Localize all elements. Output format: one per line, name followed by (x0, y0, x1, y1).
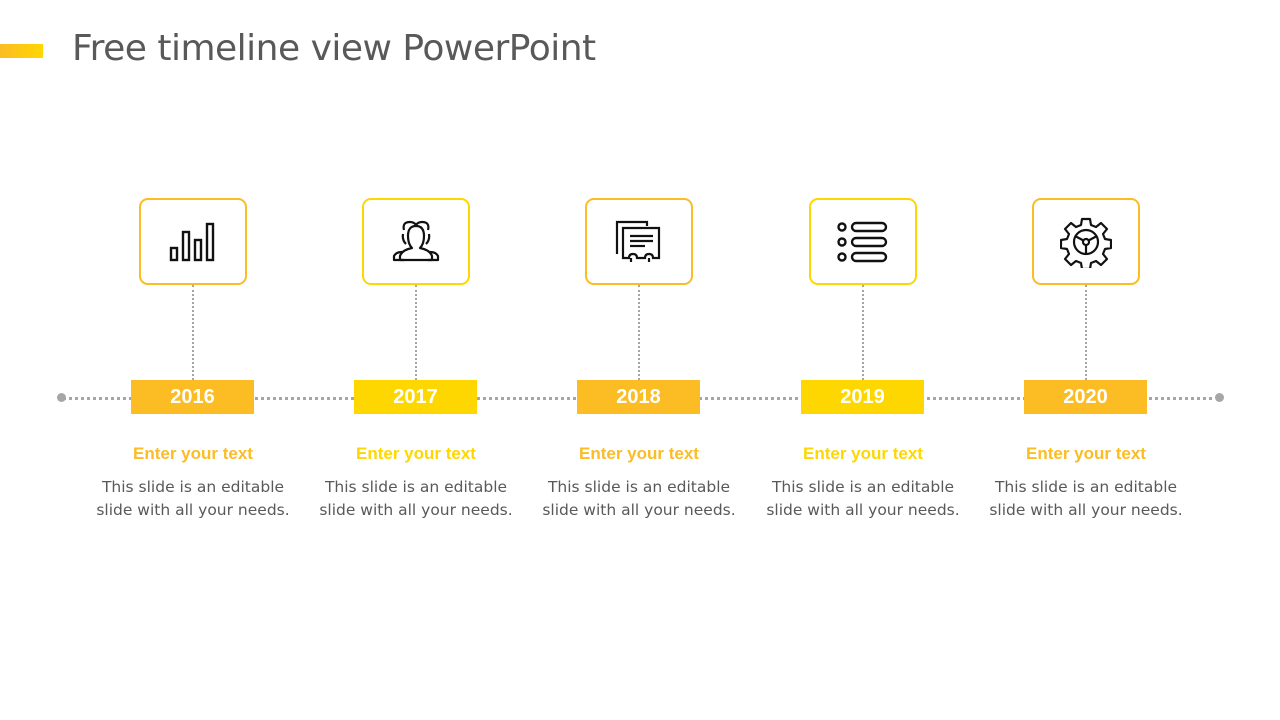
connector-line (415, 285, 417, 380)
icon-box (1032, 198, 1140, 285)
connector-line (638, 285, 640, 380)
timeline-item-2020: 2020 Enter your text This slide is an ed… (966, 0, 1206, 720)
title-accent-bar (0, 44, 43, 58)
timeline-item-2018: 2018 Enter your text This slide is an ed… (519, 0, 759, 720)
item-heading: Enter your text (803, 444, 923, 463)
item-heading: Enter your text (1026, 444, 1146, 463)
year-label: 2019 (801, 380, 924, 414)
connector-line (862, 285, 864, 380)
year-label: 2018 (577, 380, 700, 414)
list-icon (836, 220, 890, 264)
users-icon (390, 220, 442, 264)
description-line-2: slide with all your needs. (96, 501, 290, 519)
bar-chart-icon (167, 220, 219, 264)
timeline-item-2016: 2016 Enter your text This slide is an ed… (73, 0, 313, 720)
description-line-1: This slide is an editable (547, 478, 731, 496)
description-line-1: This slide is an editable (771, 478, 955, 496)
connector-line (192, 285, 194, 380)
connector-line (1085, 285, 1087, 380)
item-heading: Enter your text (356, 444, 476, 463)
description-line-1: This slide is an editable (994, 478, 1178, 496)
timeline-start-dot (57, 393, 66, 402)
timeline-item-2017: 2017 Enter your text This slide is an ed… (296, 0, 536, 720)
timeline-end-dot (1215, 393, 1224, 402)
item-description: This slide is an editable slide with all… (743, 476, 983, 522)
year-label: 2020 (1024, 380, 1147, 414)
item-description: This slide is an editable slide with all… (519, 476, 759, 522)
description-line-2: slide with all your needs. (766, 501, 960, 519)
icon-box (585, 198, 693, 285)
description-line-2: slide with all your needs. (542, 501, 736, 519)
description-line-1: This slide is an editable (324, 478, 508, 496)
icon-box (362, 198, 470, 285)
item-description: This slide is an editable slide with all… (73, 476, 313, 522)
icon-box (139, 198, 247, 285)
item-heading: Enter your text (133, 444, 253, 463)
item-description: This slide is an editable slide with all… (296, 476, 536, 522)
description-line-1: This slide is an editable (101, 478, 285, 496)
timeline-item-2019: 2019 Enter your text This slide is an ed… (743, 0, 983, 720)
item-heading: Enter your text (579, 444, 699, 463)
gear-steering-icon (1060, 216, 1112, 268)
icon-box (809, 198, 917, 285)
description-line-2: slide with all your needs. (319, 501, 513, 519)
documents-icon (613, 218, 665, 266)
item-description: This slide is an editable slide with all… (966, 476, 1206, 522)
description-line-2: slide with all your needs. (989, 501, 1183, 519)
year-label: 2016 (131, 380, 254, 414)
year-label: 2017 (354, 380, 477, 414)
